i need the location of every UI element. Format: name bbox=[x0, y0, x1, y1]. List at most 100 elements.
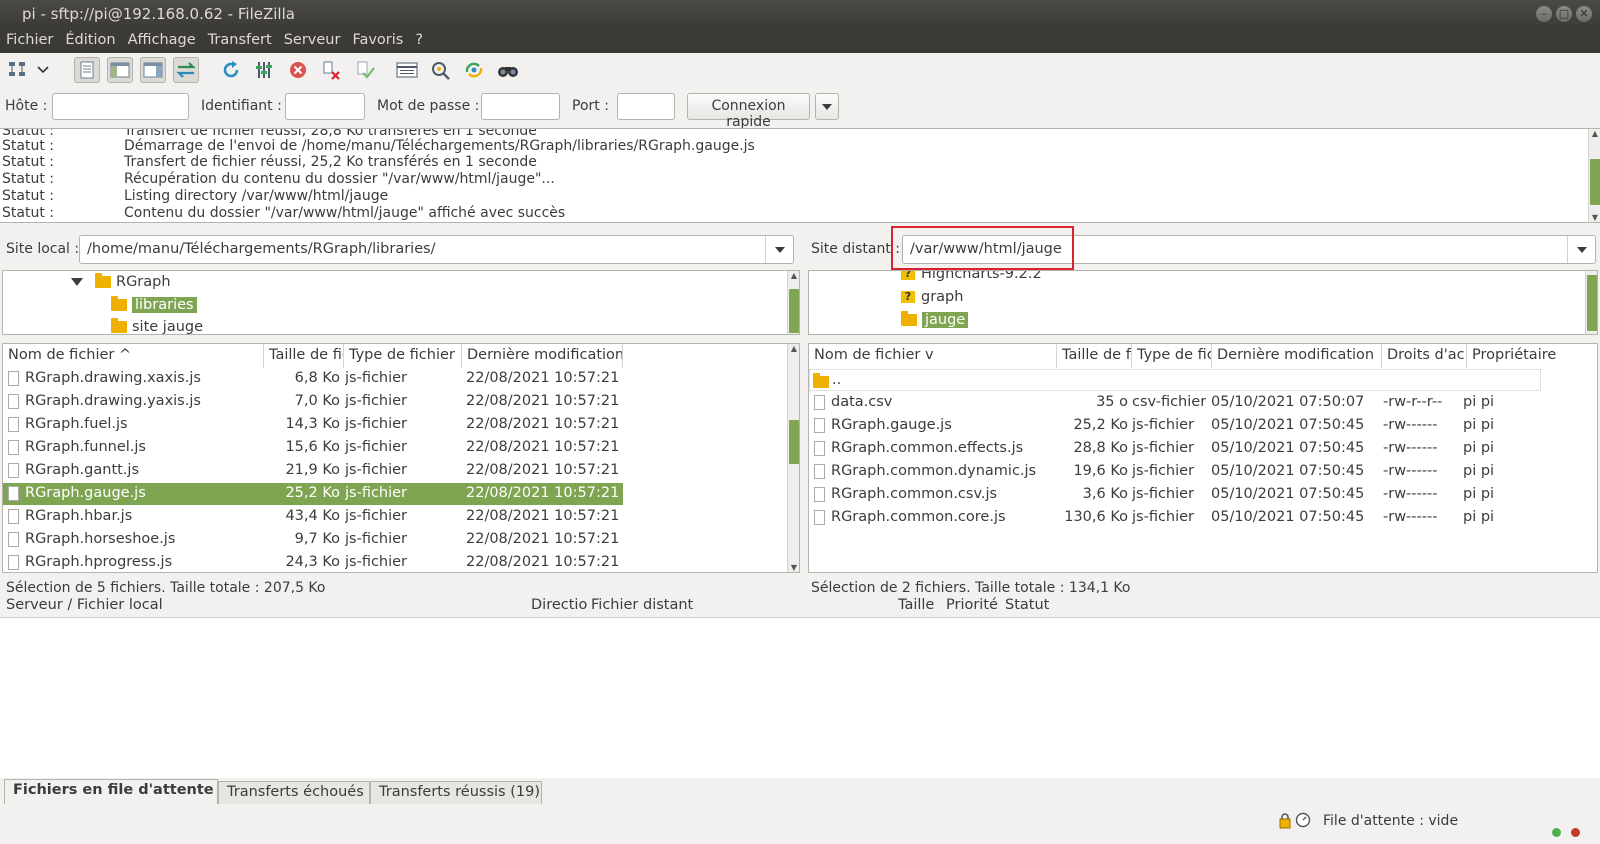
title-bar: pi - sftp://pi@192.168.0.62 - FileZilla … bbox=[0, 0, 1600, 29]
table-row[interactable]: RGraph.hprogress.js 24,3 Ko js-fichier 2… bbox=[3, 552, 623, 572]
remote-col-name[interactable]: Nom de fichier v bbox=[809, 344, 1057, 368]
quickconnect-history-button[interactable] bbox=[815, 93, 839, 120]
host-input[interactable] bbox=[52, 93, 189, 120]
table-row[interactable]: RGraph.funnel.js 15,6 Ko js-fichier 22/0… bbox=[3, 437, 623, 459]
table-row[interactable]: RGraph.drawing.yaxis.js 7,0 Ko js-fichie… bbox=[3, 391, 623, 413]
table-row[interactable]: RGraph.fuel.js 14,3 Ko js-fichier 22/08/… bbox=[3, 414, 623, 436]
speed-limit-icon[interactable] bbox=[1295, 812, 1311, 828]
tree-item-graph[interactable]: ? graph bbox=[901, 286, 963, 308]
local-file-list: Nom de fichier ^ Taille de fic Type de f… bbox=[2, 343, 800, 573]
quickconnect-button[interactable]: Connexion rapide bbox=[687, 93, 810, 130]
tab-failed-transfers[interactable]: Transferts échoués bbox=[218, 781, 370, 804]
queue-col-status[interactable]: Statut bbox=[1005, 597, 1049, 613]
menu-bookmarks[interactable]: Favoris bbox=[346, 29, 409, 53]
username-label: Identifiant : bbox=[201, 98, 282, 114]
table-row[interactable]: RGraph.common.dynamic.js 19,6 Ko js-fich… bbox=[809, 461, 1569, 483]
local-tree-scrollbar[interactable]: ▲ bbox=[787, 271, 799, 334]
maximize-button[interactable]: □ bbox=[1556, 6, 1572, 22]
username-input[interactable] bbox=[285, 93, 365, 120]
remote-col-type[interactable]: Type de fic bbox=[1132, 344, 1212, 368]
local-site-label: Site local : bbox=[6, 241, 80, 257]
queue-header: Serveur / Fichier local Directio Fichier… bbox=[0, 593, 1600, 618]
disconnect-icon[interactable] bbox=[318, 57, 344, 83]
sort-ascending-icon: ^ bbox=[119, 347, 132, 363]
remote-col-size[interactable]: Taille de fi bbox=[1057, 344, 1132, 368]
tree-item-rgraph[interactable]: RGraph bbox=[71, 271, 171, 293]
port-input[interactable] bbox=[617, 93, 675, 120]
chevron-down-icon[interactable] bbox=[33, 57, 53, 83]
local-path-dropdown[interactable] bbox=[765, 236, 793, 263]
toggle-log-icon[interactable] bbox=[74, 57, 100, 83]
table-row[interactable]: RGraph.hbar.js 43,4 Ko js-fichier 22/08/… bbox=[3, 506, 623, 528]
queue-col-server-local[interactable]: Serveur / Fichier local bbox=[6, 597, 163, 613]
toolbar bbox=[0, 53, 1600, 88]
queue-col-priority[interactable]: Priorité bbox=[946, 597, 998, 613]
process-queue-icon[interactable] bbox=[251, 57, 277, 83]
tree-item-jauge[interactable]: jauge bbox=[901, 309, 969, 331]
close-button[interactable]: ✕ bbox=[1576, 6, 1592, 22]
remote-tree-scrollbar[interactable] bbox=[1585, 271, 1597, 334]
local-list-scrollbar[interactable]: ▲ ▼ bbox=[787, 344, 799, 572]
file-icon bbox=[8, 394, 19, 409]
menu-transfer[interactable]: Transfert bbox=[202, 29, 278, 53]
tree-item-highcharts[interactable]: ? Highcharts-9.2.2 bbox=[901, 271, 1042, 285]
unknown-folder-icon: ? bbox=[901, 271, 915, 280]
minimize-button[interactable]: – bbox=[1536, 6, 1552, 22]
expander-icon[interactable] bbox=[71, 277, 83, 287]
menu-help[interactable]: ? bbox=[409, 29, 429, 53]
refresh-icon[interactable] bbox=[218, 57, 244, 83]
local-col-name[interactable]: Nom de fichier ^ bbox=[3, 344, 264, 368]
local-col-size[interactable]: Taille de fic bbox=[264, 344, 344, 368]
synchronized-browsing-icon[interactable] bbox=[461, 57, 487, 83]
search-remote-files-icon[interactable] bbox=[495, 57, 521, 83]
folder-icon bbox=[95, 273, 111, 288]
remote-col-permissions[interactable]: Droits d'ac bbox=[1382, 344, 1467, 368]
menu-server[interactable]: Serveur bbox=[278, 29, 347, 53]
tab-successful-transfers[interactable]: Transferts réussis (19) bbox=[370, 781, 542, 804]
remote-col-modified[interactable]: Dernière modification bbox=[1212, 344, 1382, 368]
table-row[interactable]: data.csv 35 o csv-fichier 05/10/2021 07:… bbox=[809, 392, 1569, 414]
remote-col-owner[interactable]: Propriétaire bbox=[1467, 344, 1577, 368]
tree-item-site-jauge[interactable]: site jauge bbox=[111, 316, 203, 334]
file-icon bbox=[8, 371, 19, 386]
queue-col-direction[interactable]: Directio bbox=[531, 597, 587, 613]
file-icon bbox=[814, 441, 825, 456]
reconnect-icon[interactable] bbox=[352, 57, 378, 83]
directory-comparison-icon[interactable] bbox=[428, 57, 454, 83]
queue-tabs: Fichiers en file d'attente Transferts éc… bbox=[0, 778, 1600, 804]
table-row-parent[interactable]: .. bbox=[809, 369, 1541, 391]
table-row[interactable]: RGraph.horseshoe.js 9,7 Ko js-fichier 22… bbox=[3, 529, 623, 551]
menu-view[interactable]: Affichage bbox=[122, 29, 202, 53]
menu-file[interactable]: Fichier bbox=[0, 29, 59, 53]
table-row[interactable]: RGraph.common.csv.js 3,6 Ko js-fichier 0… bbox=[809, 484, 1569, 506]
log-scrollbar[interactable]: ▲ ▼ bbox=[1588, 129, 1600, 222]
file-icon bbox=[8, 463, 19, 478]
table-row[interactable]: RGraph.drawing.xaxis.js 6,8 Ko js-fichie… bbox=[3, 368, 623, 390]
site-manager-icon[interactable] bbox=[5, 57, 31, 83]
local-col-modified[interactable]: Dernière modification bbox=[462, 344, 623, 368]
local-directory-tree: RGraph libraries site jauge ▲ bbox=[2, 270, 800, 335]
cancel-icon[interactable] bbox=[285, 57, 311, 83]
queue-col-size[interactable]: Taille bbox=[898, 597, 934, 613]
table-row[interactable]: RGraph.common.core.js 130,6 Ko js-fichie… bbox=[809, 507, 1569, 529]
remote-path-dropdown[interactable] bbox=[1567, 236, 1595, 263]
file-icon bbox=[8, 440, 19, 455]
table-row[interactable]: RGraph.gauge.js 25,2 Ko js-fichier 05/10… bbox=[809, 415, 1569, 437]
table-row[interactable]: RGraph.gantt.js 21,9 Ko js-fichier 22/08… bbox=[3, 460, 623, 482]
queue-col-remote[interactable]: Fichier distant bbox=[591, 597, 693, 613]
table-row-selected[interactable]: RGraph.gauge.js 25,2 Ko js-fichier 22/08… bbox=[3, 483, 623, 505]
menu-edit[interactable]: Édition bbox=[59, 29, 121, 53]
toggle-remote-tree-icon[interactable] bbox=[140, 57, 166, 83]
tree-item-libraries[interactable]: libraries bbox=[111, 294, 197, 316]
password-input[interactable] bbox=[481, 93, 560, 120]
tab-queued-files[interactable]: Fichiers en file d'attente bbox=[4, 779, 218, 804]
toggle-queue-icon[interactable] bbox=[173, 57, 199, 83]
queue-status: File d'attente : vide bbox=[1323, 813, 1459, 829]
file-icon bbox=[814, 464, 825, 479]
directory-listing-filters-icon[interactable] bbox=[394, 57, 420, 83]
sort-descending-icon: v bbox=[925, 347, 934, 363]
toggle-local-tree-icon[interactable] bbox=[107, 57, 133, 83]
local-col-type[interactable]: Type de fichier bbox=[344, 344, 462, 368]
local-path-input[interactable]: /home/manu/Téléchargements/RGraph/librar… bbox=[79, 235, 794, 264]
table-row[interactable]: RGraph.common.effects.js 28,8 Ko js-fich… bbox=[809, 438, 1569, 460]
